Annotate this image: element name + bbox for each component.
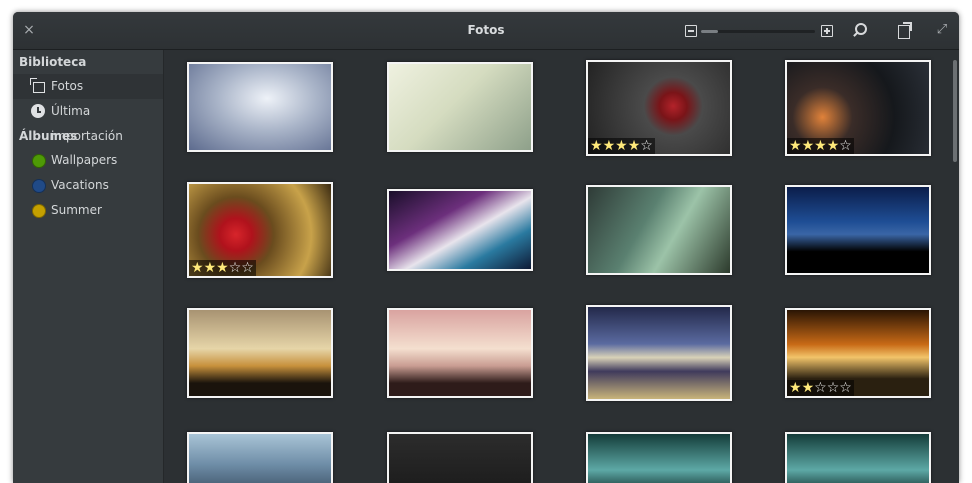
star-empty-icon[interactable]: ☆ <box>241 260 254 276</box>
star-filled-icon[interactable]: ★ <box>802 380 815 396</box>
sidebar-item-vacations[interactable]: Vacations <box>13 173 163 198</box>
import-button[interactable] <box>897 22 912 39</box>
star-empty-icon[interactable]: ☆ <box>839 380 852 396</box>
title-bar: × Fotos ⤢ <box>13 12 959 50</box>
photo-thumbnail[interactable] <box>387 308 533 398</box>
zoom-slider[interactable] <box>701 30 815 33</box>
album-color-dot <box>32 204 46 218</box>
photo-thumbnail[interactable] <box>187 62 333 152</box>
sidebar-item-label: Última importación <box>51 104 123 143</box>
window-title: Fotos <box>467 23 505 37</box>
photo-thumbnail[interactable]: ★★☆☆☆ <box>785 308 931 398</box>
sidebar-item-label: Wallpapers <box>51 153 118 167</box>
maximize-button[interactable]: ⤢ <box>935 23 949 37</box>
star-filled-icon[interactable]: ★ <box>615 138 628 154</box>
star-filled-icon[interactable]: ★ <box>590 138 603 154</box>
sidebar-item-label: Summer <box>51 203 102 217</box>
star-rating[interactable]: ★★☆☆☆ <box>787 380 854 396</box>
star-filled-icon[interactable]: ★ <box>191 260 204 276</box>
photo-thumbnail[interactable]: ★★★★☆ <box>785 60 931 156</box>
clock-icon <box>31 104 45 118</box>
album-color-dot <box>32 154 46 168</box>
star-empty-icon[interactable]: ☆ <box>827 380 840 396</box>
photo-thumbnail[interactable] <box>187 308 333 398</box>
star-filled-icon[interactable]: ★ <box>789 138 802 154</box>
photo-thumbnail[interactable] <box>387 432 533 483</box>
photo-thumbnail[interactable] <box>586 185 732 275</box>
photo-thumbnail[interactable] <box>586 305 732 401</box>
photo-thumbnail[interactable] <box>586 432 732 483</box>
star-filled-icon[interactable]: ★ <box>204 260 217 276</box>
photo-thumbnail[interactable] <box>187 432 333 483</box>
star-filled-icon[interactable]: ★ <box>603 138 616 154</box>
star-rating[interactable]: ★★★☆☆ <box>189 260 256 276</box>
zoom-slider-fill <box>701 30 719 33</box>
zoom-in-icon[interactable] <box>821 25 833 37</box>
photo-thumbnail[interactable]: ★★★★☆ <box>586 60 732 156</box>
scrollbar[interactable] <box>953 60 957 162</box>
star-empty-icon[interactable]: ☆ <box>839 138 852 154</box>
star-empty-icon[interactable]: ☆ <box>814 380 827 396</box>
section-heading-library: Biblioteca <box>19 55 87 69</box>
photo-thumbnail[interactable] <box>387 62 533 152</box>
sidebar-item-label: Vacations <box>51 178 109 192</box>
star-empty-icon[interactable]: ☆ <box>640 138 653 154</box>
star-filled-icon[interactable]: ★ <box>216 260 229 276</box>
star-rating[interactable]: ★★★★☆ <box>588 138 655 154</box>
sidebar-item-wallpapers[interactable]: Wallpapers <box>13 148 163 173</box>
sidebar-item-photos[interactable]: Fotos <box>13 74 163 99</box>
star-empty-icon[interactable]: ☆ <box>229 260 242 276</box>
photos-icon <box>30 78 45 93</box>
photo-thumbnail[interactable] <box>387 189 533 271</box>
photo-thumbnail[interactable] <box>785 185 931 275</box>
star-filled-icon[interactable]: ★ <box>802 138 815 154</box>
star-filled-icon[interactable]: ★ <box>827 138 840 154</box>
star-rating[interactable]: ★★★★☆ <box>787 138 854 154</box>
search-button[interactable] <box>851 22 869 40</box>
star-filled-icon[interactable]: ★ <box>789 380 802 396</box>
star-filled-icon[interactable]: ★ <box>628 138 641 154</box>
sidebar-item-last-import[interactable]: Última importación <box>13 99 163 143</box>
photo-grid: ★★★★☆ ★★★★☆ ★★★☆☆ ★★☆☆☆ <box>164 50 959 483</box>
star-filled-icon[interactable]: ★ <box>814 138 827 154</box>
sidebar-item-summer[interactable]: Summer <box>13 198 163 223</box>
album-color-dot <box>32 179 46 193</box>
zoom-out-icon[interactable] <box>685 25 697 37</box>
sidebar: Biblioteca Fotos Última importación Álbu… <box>13 50 164 483</box>
photos-window: × Fotos ⤢ Biblioteca Fotos Última import… <box>13 12 959 483</box>
photo-thumbnail[interactable]: ★★★☆☆ <box>187 182 333 278</box>
photo-thumbnail[interactable] <box>785 432 931 483</box>
sidebar-item-label: Fotos <box>51 79 84 93</box>
